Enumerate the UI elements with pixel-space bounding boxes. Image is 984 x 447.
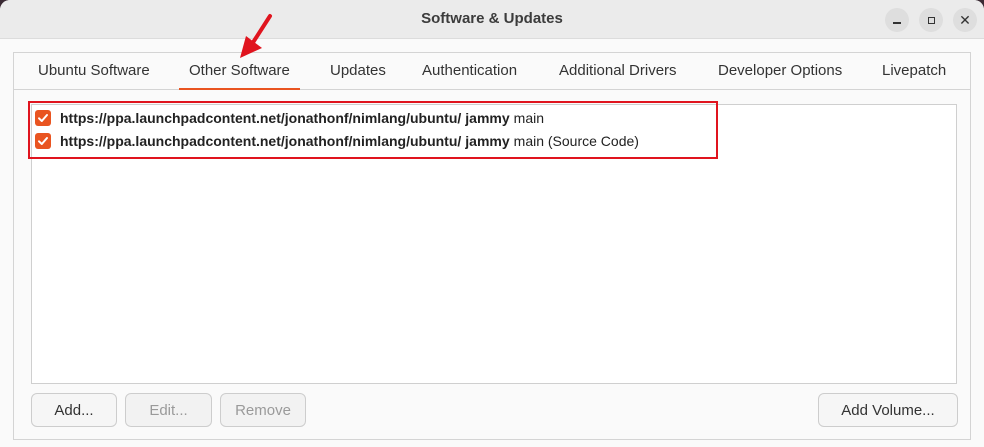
add-volume-button[interactable]: Add Volume... <box>818 393 958 427</box>
maximize-icon <box>927 16 935 24</box>
source-suite: jammy <box>465 133 510 149</box>
sources-list[interactable]: https://ppa.launchpadcontent.net/jonatho… <box>31 104 957 384</box>
title-bar[interactable]: Software & Updates ✕ <box>0 0 984 39</box>
enabled-checkbox[interactable] <box>35 110 51 126</box>
source-suite: jammy <box>465 110 510 126</box>
tab-bar: Ubuntu Software Other Software Updates A… <box>13 52 971 90</box>
source-component: main (Source Code) <box>513 133 639 149</box>
tab-updates[interactable]: Updates <box>330 52 386 89</box>
tab-livepatch[interactable]: Livepatch <box>882 52 946 89</box>
source-url: https://ppa.launchpadcontent.net/jonatho… <box>60 133 462 149</box>
tab-additional-drivers[interactable]: Additional Drivers <box>559 52 677 89</box>
add-button[interactable]: Add... <box>31 393 117 427</box>
list-item[interactable]: https://ppa.launchpadcontent.net/jonatho… <box>35 130 639 152</box>
tab-authentication[interactable]: Authentication <box>422 52 517 89</box>
window-title: Software & Updates <box>421 10 563 27</box>
edit-button[interactable]: Edit... <box>125 393 212 427</box>
minimize-button[interactable] <box>885 8 909 32</box>
enabled-checkbox[interactable] <box>35 133 51 149</box>
close-icon: ✕ <box>959 12 971 28</box>
checkmark-icon <box>38 114 48 122</box>
annotation-arrow-icon <box>240 14 272 58</box>
minimize-icon <box>893 22 901 24</box>
remove-button[interactable]: Remove <box>220 393 306 427</box>
list-item[interactable]: https://ppa.launchpadcontent.net/jonatho… <box>35 107 544 129</box>
source-url: https://ppa.launchpadcontent.net/jonatho… <box>60 110 462 126</box>
close-button[interactable]: ✕ <box>953 8 977 32</box>
checkmark-icon <box>38 137 48 145</box>
software-updates-window: Software & Updates ✕ Ubuntu Software Oth… <box>0 0 984 447</box>
tab-developer-options[interactable]: Developer Options <box>718 52 842 89</box>
source-component: main <box>513 110 545 126</box>
tab-ubuntu-software[interactable]: Ubuntu Software <box>38 52 150 89</box>
maximize-button[interactable] <box>919 8 943 32</box>
